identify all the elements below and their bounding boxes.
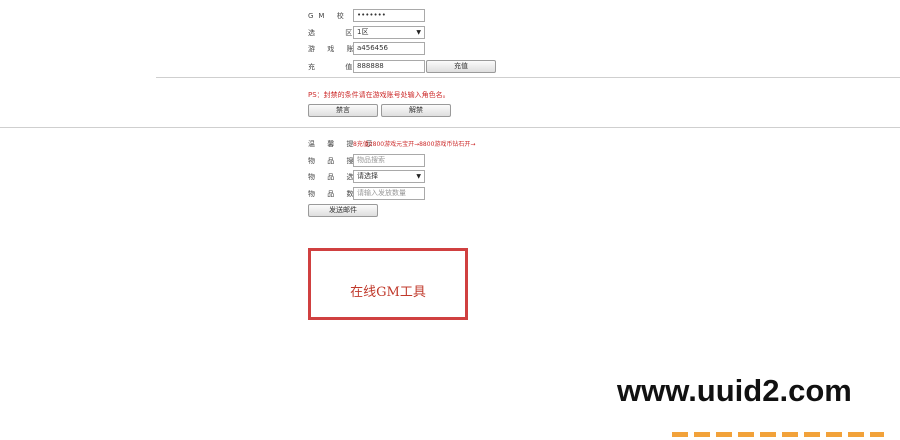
watermark-underline <box>672 432 884 437</box>
chevron-down-icon: ▼ <box>416 29 421 36</box>
region-select-value: 1区 <box>357 28 369 36</box>
item-count-input[interactable]: 请输入发放数量 <box>353 187 425 200</box>
banner-title: 在线GM工具 <box>350 285 426 300</box>
site-watermark: www.uuid2.com <box>617 373 852 408</box>
item-search-input[interactable]: 物品搜索 <box>353 154 425 167</box>
item-select-value: 请选择 <box>357 172 378 180</box>
item-select[interactable]: 请选择 ▼ <box>353 170 425 183</box>
divider <box>156 77 900 78</box>
tip-text: 8充值2800游戏元宝开→8800游戏币钻石开→ <box>353 141 476 148</box>
gm-tool-banner: 在线GM工具 <box>308 248 468 320</box>
region-select[interactable]: 1区 ▼ <box>353 26 425 39</box>
ps-note: PS：封禁的条件请在游戏账号处输入角色名。 <box>308 91 450 99</box>
ban-button[interactable]: 禁言 <box>308 104 378 117</box>
recharge-button[interactable]: 充值 <box>426 60 496 73</box>
game-account-field[interactable]: a456456 <box>353 42 425 55</box>
chevron-down-icon: ▼ <box>416 173 421 180</box>
item-count-placeholder: 请输入发放数量 <box>357 189 406 197</box>
unban-button[interactable]: 解禁 <box>381 104 451 117</box>
recharge-field[interactable]: 888888 <box>353 60 425 73</box>
divider <box>0 127 900 128</box>
item-search-placeholder: 物品搜索 <box>357 156 385 164</box>
send-mail-button[interactable]: 发送邮件 <box>308 204 378 217</box>
gm-code-field[interactable]: ••••••• <box>353 9 425 22</box>
